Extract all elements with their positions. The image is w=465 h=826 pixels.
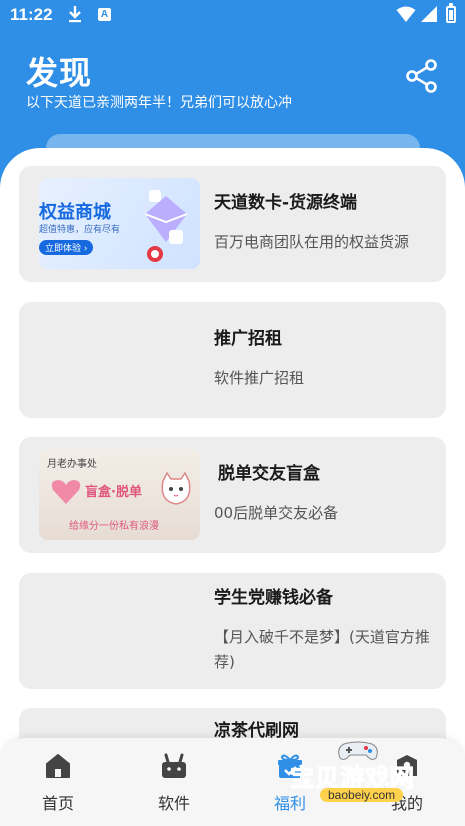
thumb-button: 立即体验 › [39, 240, 94, 255]
watermark: 宝贝游戏网 baobeiy.com [290, 740, 450, 806]
gift-graphic [144, 190, 188, 262]
heart-graphic [51, 480, 81, 504]
thumb-title: 权益商城 [39, 202, 111, 223]
card-thumbnail: 权益商城 超值特惠，应有尽有 立即体验 › [39, 178, 200, 269]
nav-label: 软件 [157, 794, 190, 813]
card-title: 推广招租 [214, 329, 282, 349]
watermark-url: baobeiy.com [320, 788, 404, 802]
card-thumbnail: 月老办事处 盲盒·脱单 给缘分一份私有浪漫 [39, 449, 200, 540]
card-title: 脱单交友盲盒 [218, 464, 320, 484]
home-icon [46, 754, 70, 778]
list-item[interactable]: 学生党赚钱必备 【月入破千不是梦】(天道官方推荐) [19, 573, 446, 689]
card-description: 【月入破千不是梦】(天道官方推荐) [214, 628, 430, 671]
download-icon [68, 5, 82, 27]
battery-icon [446, 3, 456, 23]
list-item[interactable]: 月老办事处 盲盒·脱单 给缘分一份私有浪漫 脱单交友盲盒 00后脱单交友必备 [19, 437, 446, 553]
wifi-icon [396, 5, 416, 27]
card-description: 00后脱单交友必备 [214, 504, 339, 522]
nav-software[interactable]: 软件 [139, 752, 209, 814]
thumb-subtitle: 超值特惠，应有尽有 [39, 225, 121, 235]
thumb-bottom-text: 给缘分一份私有浪漫 [69, 521, 159, 532]
software-icon [162, 753, 186, 778]
list-item[interactable]: 推广招租 软件推广招租 [19, 302, 446, 418]
signal-icon [420, 5, 438, 27]
nav-label: 首页 [41, 794, 74, 813]
thumb-title: 盲盒·脱单 [85, 485, 142, 500]
nav-home[interactable]: 首页 [23, 752, 93, 814]
thumb-top-text: 月老办事处 [47, 459, 97, 470]
content-panel: 权益商城 超值特惠，应有尽有 立即体验 › 天道数卡-货源终端 百万电商团队在用… [0, 148, 465, 826]
share-button[interactable] [404, 58, 440, 94]
share-icon [406, 59, 437, 93]
status-time: 11:22 [10, 5, 53, 24]
page-title: 发现 [26, 54, 93, 92]
app-notification-icon: A [98, 8, 111, 21]
card-title: 学生党赚钱必备 [214, 588, 333, 608]
status-bar: 11:22 A [0, 0, 465, 34]
page-subtitle: 以下天道已亲测两年半！兄弟们可以放心冲 [26, 95, 292, 111]
cat-graphic [161, 471, 191, 505]
list-item[interactable]: 权益商城 超值特惠，应有尽有 立即体验 › 天道数卡-货源终端 百万电商团队在用… [19, 166, 446, 282]
card-description: 软件推广招租 [214, 369, 305, 387]
card-description: 百万电商团队在用的权益货源 [214, 233, 410, 251]
card-title: 天道数卡-货源终端 [214, 193, 358, 213]
